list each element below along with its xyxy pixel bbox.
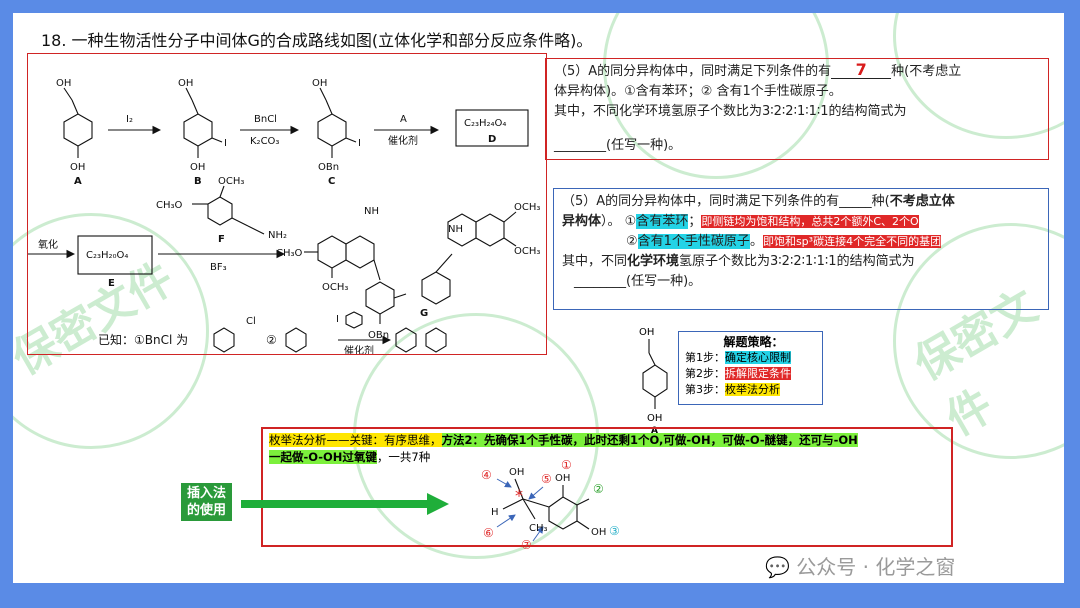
group-nh: NH — [364, 206, 379, 217]
label-d: D — [488, 134, 496, 145]
position-1: ① — [561, 458, 572, 472]
answer-blank: 7 — [831, 62, 892, 79]
position-3: ③ — [609, 524, 620, 538]
group-obn: OBn — [368, 330, 389, 341]
question-line-1: （5）A的同分异构体中，同时满足下列条件的有 7 种(不考虑立 — [554, 60, 962, 79]
position-2: ② — [593, 482, 604, 496]
analysis-line-5: ________(任写一种)。 — [574, 274, 702, 289]
footer-text: 公众号 · 化学之窗 — [796, 555, 956, 579]
group-och3: OCH₃ — [514, 202, 540, 213]
enumeration-molecule: OH OH OH H CH₃ * ① ② ③ ④ ⑤ ⑥ ⑦ — [481, 458, 620, 549]
reagent-oxidation: 氧化 — [38, 238, 58, 251]
synthesis-scheme-box: OH OH A OH I OH B OH I OBn C I₂ BnCl K₂C… — [27, 53, 547, 357]
group-oh: OH — [312, 78, 327, 89]
group-oh: OH — [70, 162, 85, 173]
molecule-a: OH OH A — [639, 327, 668, 435]
label-b: B — [194, 176, 202, 187]
group-nh2: NH₂ — [268, 230, 287, 241]
enum-oh: OH — [509, 467, 524, 478]
formula-d: C₂₃H₂₄O₄ — [464, 118, 506, 129]
reagent-catalyst: 催化剂 — [388, 134, 418, 147]
label-a: A — [74, 176, 82, 187]
position-6: ⑥ — [483, 526, 494, 540]
synthesis-scheme: OH OH A OH I OH B OH I OBn C I₂ BnCl K₂C… — [28, 78, 540, 357]
group-oh: OH — [56, 78, 71, 89]
position-4: ④ — [481, 468, 492, 482]
enum-ch3: CH₃ — [529, 523, 548, 534]
analysis-line-4: 其中，不同化学环境氢原子个数比为3∶2∶2∶1∶1∶1的结构简式为 — [562, 254, 915, 269]
strategy-step: 第3步：枚举法分析 — [685, 383, 780, 396]
group-ch3o: CH₃O — [276, 248, 303, 259]
enum-h: H — [491, 507, 499, 518]
group-och3: OCH₃ — [322, 282, 348, 293]
footer-brand: 💬 公众号 · 化学之窗 — [765, 551, 955, 580]
position-5: ⑤ — [541, 472, 552, 486]
group-i: I — [224, 138, 227, 149]
question-line-4: ________(任写一种)。 — [554, 138, 682, 153]
strategy-box: 解题策略： 第1步：确定核心限制 第2步：拆解限定条件 第3步：枚举法分析 — [678, 331, 823, 405]
enum-oh: OH — [555, 473, 570, 484]
reagent-bncl: BnCl — [254, 114, 277, 125]
chiral-star: * — [515, 486, 523, 505]
label-c: C — [328, 176, 335, 187]
group-och3: OCH₃ — [514, 246, 540, 257]
group-nh: NH — [448, 224, 463, 235]
position-7: ⑦ — [521, 538, 532, 549]
group-ch3o: CH₃O — [156, 200, 183, 211]
group-oh: OH — [190, 162, 205, 173]
analysis-line-2: 异构体）。 ①含有苯环；即侧链均为饱和结构，总共2个额外C、2个O — [562, 214, 919, 229]
label-f: F — [218, 234, 225, 245]
question-line-3: 其中，不同化学环境氢原子个数比为3∶2∶2∶1∶1∶1的结构简式为 — [554, 104, 907, 119]
question-line-2: 体异构体)。①含有苯环；② 含有1个手性碳原子。 — [554, 84, 842, 99]
known-catalyst: 催化剂 — [344, 344, 374, 354]
reagent-a: A — [400, 114, 407, 125]
enumeration-box: 枚举法分析——关键：有序思维，方法2：先确保1个手性碳，此时还剩1个O,可做-O… — [261, 427, 953, 549]
green-arrow — [241, 493, 449, 515]
enum-oh: OH — [591, 527, 606, 538]
insertion-method-label: 插入法 的使用 — [181, 483, 233, 521]
group-i: I — [336, 314, 339, 325]
label-e: E — [108, 278, 115, 289]
group-obn: OBn — [318, 162, 339, 173]
analysis-line-3: ②含有1个手性碳原子。即饱和sp³碳连接4个完全不同的基团 — [626, 234, 942, 249]
group-oh: OH — [178, 78, 193, 89]
known-circ2: ② — [266, 333, 277, 347]
formula-e: C₂₃H₂₀O₄ — [86, 250, 128, 261]
analysis-line-1: （5）A的同分异构体中，同时满足下列条件的有_____种(不考虑立体 — [562, 194, 955, 209]
strategy-step: 第2步：拆解限定条件 — [685, 367, 791, 380]
question-title: 18. 一种生物活性分子中间体G的合成路线如图(立体化学和部分反应条件略)。 — [41, 31, 593, 50]
slide: 保密文件 保密文件 18. 一种生物活性分子中间体G的合成路线如图(立体化学和部… — [13, 13, 1064, 583]
mol-a-oh-bottom: OH — [647, 413, 662, 424]
strategy-title: 解题策略： — [723, 335, 784, 349]
wechat-icon: 💬 — [765, 555, 790, 579]
mol-a-oh-top: OH — [639, 327, 654, 338]
reagent-bf3: BF₃ — [210, 262, 227, 273]
group-och3: OCH₃ — [218, 176, 244, 187]
reagent-k2co3: K₂CO₃ — [250, 136, 279, 147]
reagent-i2: I₂ — [126, 114, 133, 125]
group-i: I — [358, 138, 361, 149]
analysis-box: （5）A的同分异构体中，同时满足下列条件的有_____种(不考虑立体 异构体）。… — [553, 188, 1049, 310]
group-cl: Cl — [246, 316, 256, 327]
question-box: （5）A的同分异构体中，同时满足下列条件的有 7 种(不考虑立 体异构体)。①含有苯… — [545, 58, 1049, 160]
label-g: G — [420, 308, 428, 319]
known-prefix: 已知：①BnCl 为 — [98, 333, 188, 347]
strategy-step: 第1步：确定核心限制 — [685, 351, 791, 364]
